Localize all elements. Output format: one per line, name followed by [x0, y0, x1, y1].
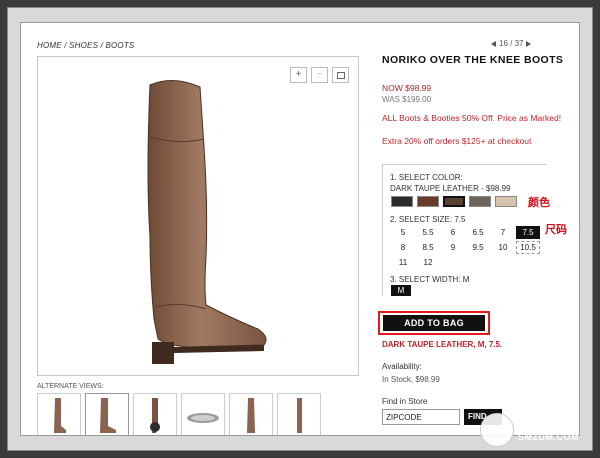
sale-price: NOW $98.99 — [382, 83, 432, 93]
color-annotation: 颜色 — [528, 197, 550, 209]
alternate-view-thumbnail[interactable] — [37, 393, 81, 435]
prev-arrow-icon[interactable] — [491, 40, 496, 47]
size-option[interactable]: 12 — [416, 256, 440, 269]
alternate-view-thumbnail[interactable] — [229, 393, 273, 435]
product-pager: 16 / 37 — [491, 39, 532, 48]
alternate-views-label: ALTERNATE VIEWS: — [37, 383, 104, 390]
size-option[interactable]: 5 — [391, 226, 415, 239]
alternate-views — [37, 393, 321, 435]
add-to-bag-button[interactable]: ADD TO BAG — [383, 315, 485, 331]
alternate-view-thumbnail[interactable] — [133, 393, 177, 435]
alternate-view-thumbnail[interactable] — [277, 393, 321, 435]
availability-value: In Stock, $98.99 — [382, 375, 440, 384]
zipcode-input[interactable] — [382, 409, 460, 425]
size-selected: 7.5 — [454, 215, 466, 224]
next-arrow-icon[interactable] — [526, 40, 532, 47]
breadcrumb: HOME / SHOES / BOOTS — [37, 41, 134, 50]
breadcrumb-separator: / — [100, 41, 104, 50]
breadcrumb-home[interactable]: HOME — [37, 41, 62, 50]
zoom-out-button[interactable]: − — [311, 67, 328, 83]
zoom-in-button[interactable]: + — [290, 67, 307, 83]
size-option[interactable]: 9 — [441, 241, 465, 254]
color-selected: DARK TAUPE LEATHER - $98.99 — [390, 184, 511, 193]
size-heading: 2. SELECT SIZE: 7.5 — [390, 215, 466, 224]
find-in-store-heading: Find in Store — [382, 397, 428, 406]
size-option[interactable]: 9.5 — [466, 241, 490, 254]
color-swatch[interactable] — [391, 196, 413, 207]
color-heading: 1. SELECT COLOR: — [390, 173, 463, 182]
size-option-unavailable[interactable]: 10.5 — [516, 241, 540, 254]
watermark-logo-icon — [480, 413, 514, 447]
size-option-selected[interactable]: 7.5 — [516, 226, 540, 239]
size-option[interactable]: 8 — [391, 241, 415, 254]
availability-heading: Availability: — [382, 362, 422, 371]
size-option[interactable]: 11 — [391, 256, 415, 269]
size-option[interactable]: 10 — [491, 241, 515, 254]
size-option[interactable]: 6 — [441, 226, 465, 239]
width-option-selected[interactable]: M — [391, 285, 411, 296]
breadcrumb-boots[interactable]: BOOTS — [105, 41, 134, 50]
alternate-view-thumbnail[interactable] — [85, 393, 129, 435]
product-page: HOME / SHOES / BOOTS 16 / 37 + − ALTERNA… — [20, 22, 580, 436]
breadcrumb-shoes[interactable]: SHOES — [69, 41, 98, 50]
width-selected: M — [462, 275, 470, 284]
boot-image — [147, 80, 267, 364]
size-annotation: 尺码 — [545, 224, 567, 236]
watermark-text: 什么值得买 — [518, 419, 573, 431]
color-swatch[interactable] — [417, 196, 439, 207]
size-option[interactable]: 8.5 — [416, 241, 440, 254]
pager-count: 16 / 37 — [499, 39, 524, 48]
width-heading: 3. SELECT WIDTH: M — [390, 275, 470, 284]
original-price: WAS $199.00 — [382, 95, 432, 104]
product-title: NORIKO OVER THE KNEE BOOTS — [382, 54, 564, 66]
alternate-view-thumbnail[interactable] — [181, 393, 225, 435]
watermark-domain: SMZDM.COM — [518, 432, 579, 442]
color-swatch[interactable] — [469, 196, 491, 207]
size-option[interactable]: 7 — [491, 226, 515, 239]
breadcrumb-separator: / — [64, 41, 67, 50]
size-option[interactable]: 5.5 — [416, 226, 440, 239]
color-swatch[interactable] — [495, 196, 517, 207]
fullscreen-icon[interactable] — [332, 67, 349, 83]
promo-message-extra: Extra 20% off orders $125+ at checkout — [382, 136, 532, 146]
size-option[interactable]: 6.5 — [466, 226, 490, 239]
promo-message: ALL Boots & Booties 50% Off. Price as Ma… — [382, 113, 562, 123]
color-swatch-selected[interactable] — [443, 196, 465, 207]
main-product-image[interactable]: + − — [37, 56, 359, 376]
selection-summary: DARK TAUPE LEATHER, M, 7.5. — [382, 340, 503, 349]
